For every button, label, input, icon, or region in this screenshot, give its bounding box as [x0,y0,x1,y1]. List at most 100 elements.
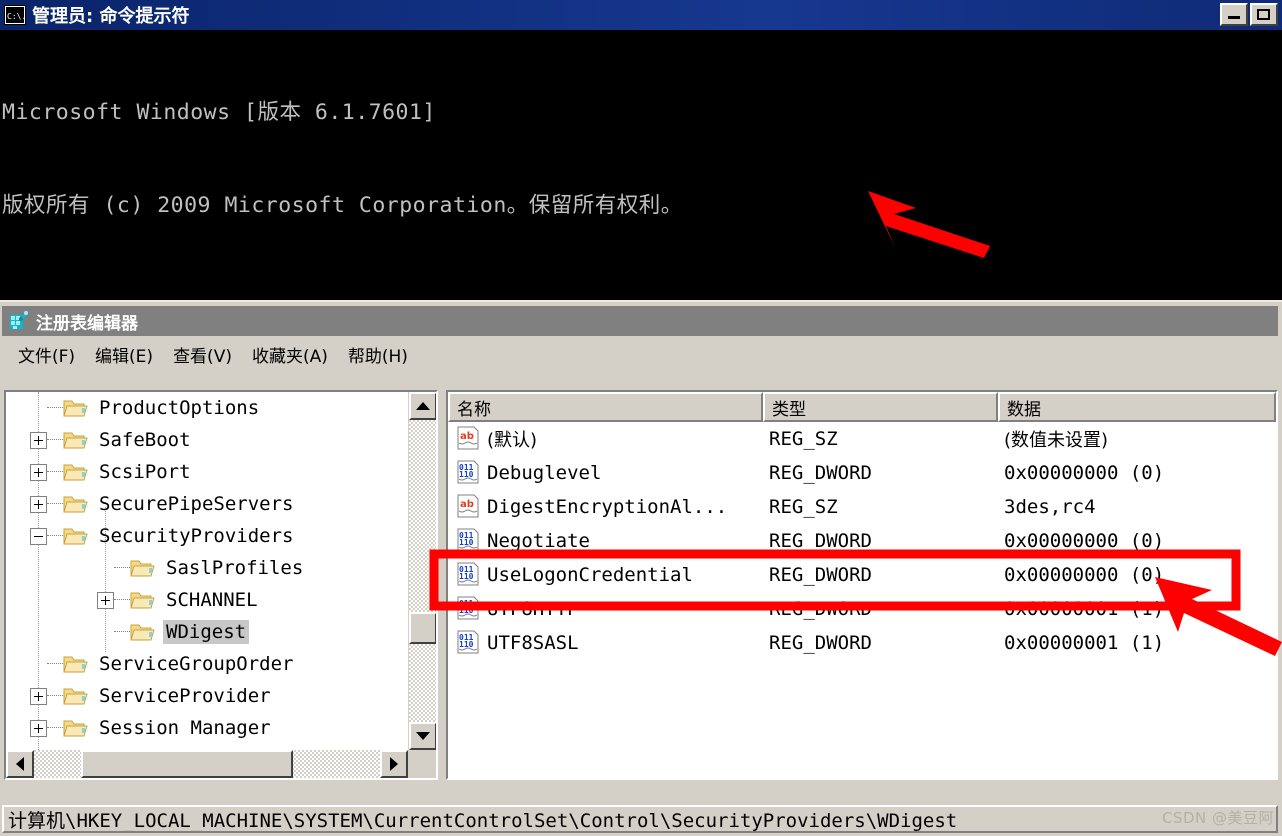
arrow-up-icon [416,402,430,410]
value-type: REG_DWORD [769,564,872,586]
tree-hscroll-thumb[interactable] [81,750,293,778]
tree-item-label: ServiceProvider [99,685,271,707]
console-line: Microsoft Windows [版本 6.1.7601] [2,100,436,125]
dword-value-icon: 011110 [457,562,479,586]
tree-expand-icon[interactable] [30,463,47,481]
minimize-button[interactable] [1220,3,1248,26]
table-row[interactable]: 011 110 UTF8HTTP REG_DWORD 0x00000001 (1) [448,592,1276,626]
tree-item-securityproviders[interactable]: SecurityProviders [6,520,410,552]
svg-text:110: 110 [459,470,474,479]
value-data: 0x00000000 (0) [1004,530,1165,552]
menu-edit[interactable]: 编辑(E) [85,340,163,369]
tree-expand-icon[interactable] [30,431,47,449]
menu-help[interactable]: 帮助(H) [338,340,418,369]
console-icon[interactable] [4,5,26,25]
tree-connector [47,727,63,729]
tree-item-securepipeservers[interactable]: SecurePipeServers [6,488,410,520]
folder-icon [63,464,88,481]
tree-item-scsiport[interactable]: ScsiPort [6,456,410,488]
tree-item-label: SafeBoot [99,429,191,451]
status-bar: 计算机\HKEY_LOCAL_MACHINE\SYSTEM\CurrentCon… [2,805,1278,833]
folder-icon [130,592,155,609]
value-data: 0x00000000 (0) [1004,564,1165,586]
command-prompt-titlebar[interactable]: 管理员: 命令提示符 [0,0,1282,30]
dword-value-icon: 011110 [457,528,479,552]
value-name-cell: 011 110 UTF8SASL [448,630,763,656]
folder-icon [130,624,155,641]
value-name: Negotiate [487,530,590,552]
value-data: 3des,rc4 [1004,496,1096,518]
svg-text:110: 110 [459,538,474,547]
table-row[interactable]: ab DigestEncryptionAl... REG_SZ 3des,rc4 [448,490,1276,524]
column-header-data[interactable]: 数据 [998,392,1276,422]
tree-item-servicegrouporder[interactable]: ServiceGroupOrder [6,648,410,680]
command-prompt-window: 管理员: 命令提示符 Microsoft Windows [版本 6.1.760… [0,0,1282,300]
registry-editor-menubar: 文件(F) 编辑(E) 查看(V) 收藏夹(A) 帮助(H) [2,338,1278,370]
minimize-icon [1228,16,1240,19]
regedit-icon [10,311,28,329]
scroll-down-button[interactable] [409,722,436,750]
value-name: UTF8SASL [487,632,579,654]
table-row[interactable]: 011 110 UTF8SASL REG_DWORD 0x00000001 (1) [448,626,1276,660]
tree-item-label: Session Manager [99,717,271,739]
tree-item-label: ProductOptions [99,397,260,419]
value-type: REG_DWORD [769,462,872,484]
maximize-button[interactable] [1250,3,1278,26]
scroll-left-button[interactable] [6,750,34,778]
value-name: (默认) [487,430,538,451]
scroll-right-button[interactable] [380,750,408,778]
scroll-up-button[interactable] [409,392,436,420]
tree-vertical-scrollbar[interactable] [408,392,436,750]
tree-horizontal-scrollbar[interactable] [6,750,408,778]
menu-file[interactable]: 文件(F) [8,340,85,369]
tree-expand-icon[interactable] [30,719,47,737]
folder-icon [63,400,88,417]
tree-scroll-thumb[interactable] [409,612,436,644]
column-header-type[interactable]: 类型 [763,392,998,422]
string-value-icon: ab [457,426,479,450]
tree-item-serviceprovider[interactable]: ServiceProvider [6,680,410,712]
registry-editor-titlebar[interactable]: 注册表编辑器 [2,306,1278,336]
folder-open-icon [63,528,88,545]
string-value-icon: ab [457,494,479,518]
menu-favorites[interactable]: 收藏夹(A) [242,340,338,369]
tree-item-label: ScsiPort [99,461,191,483]
registry-tree[interactable]: ProductOptions SafeBoot ScsiPort SecureP… [6,392,410,764]
tree-item-productoptions[interactable]: ProductOptions [6,392,410,424]
folder-icon [130,560,155,577]
folder-icon [63,720,88,737]
tree-item-wdigest[interactable]: WDigest [6,616,410,648]
tree-item-label: ServiceGroupOrder [99,653,294,675]
dword-value-icon: 011110 [457,630,479,654]
table-row[interactable]: ab (默认) REG_SZ (数值未设置) [448,422,1276,456]
tree-item-saslprofiles[interactable]: SaslProfiles [6,552,410,584]
registry-tree-pane[interactable]: ProductOptions SafeBoot ScsiPort SecureP… [4,390,438,780]
table-row-highlighted[interactable]: 011 110 UseLogonCredential REG_DWORD 0x00… [448,558,1276,592]
tree-expand-icon[interactable] [30,687,47,705]
value-name: Debuglevel [487,462,602,484]
pane-splitter[interactable] [438,390,446,780]
svg-text:110: 110 [459,606,474,615]
console-output[interactable]: Microsoft Windows [版本 6.1.7601] 版权所有 (c)… [0,30,1282,300]
tree-item-schannel[interactable]: SCHANNEL [6,584,410,616]
registry-values-pane[interactable]: 名称 类型 数据 ab (默认) REG_SZ (数值未设置) 011 110 … [446,390,1278,780]
tree-item-safeboot[interactable]: SafeBoot [6,424,410,456]
tree-connector [114,599,130,601]
svg-text:ab: ab [460,431,474,442]
svg-text:ab: ab [460,499,474,510]
menu-view[interactable]: 查看(V) [163,340,242,369]
table-row[interactable]: 011 110 Debuglevel REG_DWORD 0x00000000 (… [448,456,1276,490]
value-name-cell: 011 110 UseLogonCredential [448,562,763,588]
tree-item-label: SecurityProviders [99,525,294,547]
column-header-name[interactable]: 名称 [448,392,763,422]
tree-expand-icon[interactable] [30,495,47,513]
value-name-cell: 011 110 Negotiate [448,528,763,554]
value-type: REG_DWORD [769,598,872,620]
tree-item-session-manager[interactable]: Session Manager [6,712,410,744]
tree-expand-icon[interactable] [97,591,114,609]
table-row[interactable]: 011 110 Negotiate REG_DWORD 0x00000000 (0… [448,524,1276,558]
tree-collapse-icon[interactable] [30,527,47,545]
tree-expander-placeholder [30,400,47,417]
tree-connector [47,407,63,409]
